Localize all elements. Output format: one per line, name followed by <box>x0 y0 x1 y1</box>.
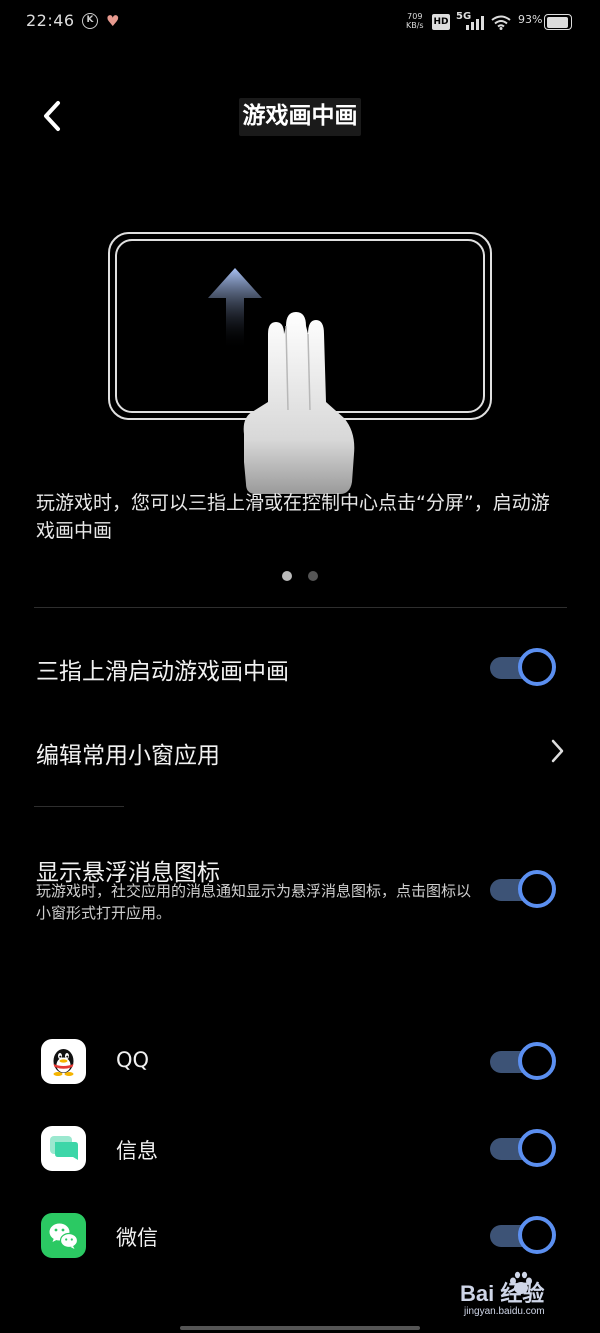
messages-icon <box>41 1126 86 1171</box>
battery-icon <box>544 14 572 30</box>
signal-icon <box>466 16 484 30</box>
heart-icon: ♥ <box>106 12 120 30</box>
app-name: QQ <box>116 1048 150 1072</box>
toggle-knob <box>518 648 556 686</box>
wifi-icon <box>491 15 511 30</box>
divider <box>34 806 124 807</box>
wechat-icon <box>41 1213 86 1258</box>
toggle-knob <box>518 870 556 908</box>
pager-dot-1[interactable] <box>282 571 292 581</box>
watermark-site: jingyan.baidu.com <box>464 1306 545 1317</box>
swipe-up-arrow-icon <box>208 268 262 350</box>
status-bar: 22:46 K ♥ 709 KB/s HD 5G 93% <box>0 0 600 44</box>
wechat-toggle[interactable] <box>490 1216 558 1254</box>
pager-dot-2[interactable] <box>308 571 318 581</box>
app-row-qq: QQ <box>0 1032 600 1092</box>
three-finger-swipe-label: 三指上滑启动游戏画中画 <box>36 659 289 685</box>
gesture-illustration <box>100 222 500 497</box>
floating-icon-toggle[interactable] <box>490 870 558 908</box>
floating-icon-description: 玩游戏时，社交应用的消息通知显示为悬浮消息图标，点击图标以小窗形式打开应用。 <box>36 882 472 922</box>
app-row-messages: 信息 <box>0 1119 600 1179</box>
divider <box>34 607 567 608</box>
status-time: 22:46 <box>26 11 75 30</box>
app-name: 微信 <box>116 1226 158 1250</box>
home-indicator[interactable] <box>180 1326 420 1330</box>
three-finger-swipe-toggle[interactable] <box>490 648 558 686</box>
back-arrow-icon <box>44 101 60 131</box>
messages-toggle[interactable] <box>490 1129 558 1167</box>
back-button[interactable] <box>36 98 70 134</box>
toggle-knob <box>518 1129 556 1167</box>
edit-apps-label[interactable]: 编辑常用小窗应用 <box>36 736 220 770</box>
app-row-wechat: 微信 <box>0 1206 600 1266</box>
network-speed: 709 KB/s <box>406 12 424 30</box>
intro-description: 玩游戏时，您可以三指上滑或在控制中心点击“分屏”，启动游戏画中画 <box>36 492 550 542</box>
baidu-jingyan-watermark: Bai 经验 jingyan.baidu.com <box>458 1270 588 1322</box>
app-name: 信息 <box>116 1139 158 1163</box>
chevron-right-icon[interactable] <box>548 738 568 764</box>
battery-percent: 93% <box>518 13 543 26</box>
qq-icon <box>41 1039 86 1084</box>
toggle-knob <box>518 1042 556 1080</box>
page-title: 游戏画中画 <box>239 98 361 136</box>
qq-toggle[interactable] <box>490 1042 558 1080</box>
hd-badge-icon: HD <box>432 14 450 30</box>
baidu-paw-icon <box>510 1271 532 1294</box>
k-badge-icon: K <box>82 13 98 29</box>
hand-icon <box>243 312 355 494</box>
toggle-knob <box>518 1216 556 1254</box>
